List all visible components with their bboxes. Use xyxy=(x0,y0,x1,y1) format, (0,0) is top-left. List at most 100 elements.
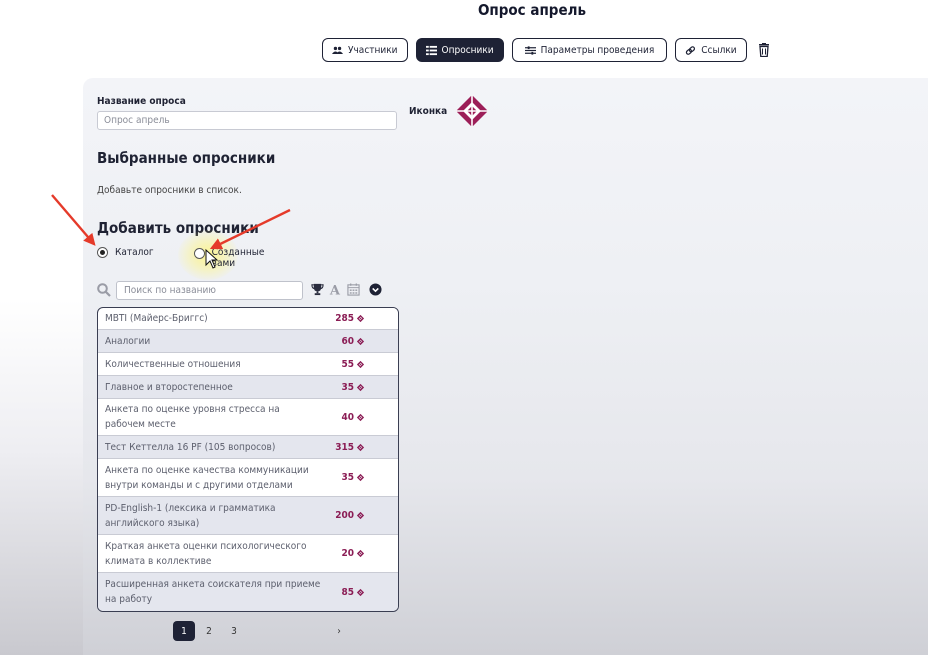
trophy-icon[interactable] xyxy=(311,283,324,296)
survey-price: 35 xyxy=(329,459,367,496)
survey-price: 200 xyxy=(329,497,367,534)
survey-price: 85 xyxy=(329,573,367,611)
price-value: 200 xyxy=(335,510,354,521)
tab-surveys[interactable]: Опросники xyxy=(415,38,504,62)
selected-surveys-hint: Добавьте опросники в список. xyxy=(97,185,242,196)
page-2-button[interactable]: 2 xyxy=(198,621,220,641)
survey-name-input[interactable]: Опрос апрель xyxy=(97,111,397,130)
row-spacer xyxy=(367,353,398,375)
sliders-icon xyxy=(524,45,536,55)
page-1-button[interactable]: 1 xyxy=(173,621,195,641)
row-spacer xyxy=(367,376,398,398)
survey-name-label: Название опроса xyxy=(97,96,186,107)
calendar-icon[interactable] xyxy=(347,283,360,296)
survey-price: 20 xyxy=(329,535,367,572)
ticket-icon xyxy=(356,511,365,520)
price-value: 85 xyxy=(341,586,354,598)
survey-catalog-list: MBTI (Майерс-Бриггс) 285 Аналогии 60 Количес… xyxy=(97,307,399,612)
survey-name: Расширенная анкета соискателя при приеме… xyxy=(98,573,329,611)
survey-name: Главное и второстепенное xyxy=(98,376,329,398)
survey-price: 40 xyxy=(329,399,367,435)
survey-row[interactable]: Анкета по оценке качества коммуникации в… xyxy=(98,459,398,497)
tab-settings[interactable]: Параметры проведения xyxy=(511,38,668,62)
next-page-button[interactable]: › xyxy=(328,621,350,641)
survey-name: Количественные отношения xyxy=(105,358,241,370)
row-spacer xyxy=(367,573,398,611)
price-value: 60 xyxy=(341,335,354,347)
survey-name: Тест Кеттелла 16 PF (105 вопросов) xyxy=(98,436,329,458)
tab-bar: Участники Опросники Параметры проведения… xyxy=(322,37,771,63)
ticket-icon xyxy=(356,473,365,482)
ticket-icon xyxy=(356,588,365,596)
radio-button-created[interactable] xyxy=(193,248,205,259)
survey-price: 285 xyxy=(329,308,367,329)
survey-row[interactable]: Аналогии 60 xyxy=(98,330,398,353)
chevron-down-icon[interactable] xyxy=(369,283,382,296)
price-value: 35 xyxy=(341,472,354,483)
survey-name: Анкета по оценке качества коммуникации в… xyxy=(105,464,309,491)
tab-links[interactable]: Ссылки xyxy=(675,38,747,62)
alphabet-sort-icon[interactable]: A xyxy=(329,283,342,296)
price-value: 55 xyxy=(341,358,354,370)
survey-row[interactable]: Тест Кеттелла 16 PF (105 вопросов) 315 xyxy=(98,436,398,459)
radio-catalog[interactable]: Каталог xyxy=(97,247,154,258)
survey-logo-icon[interactable] xyxy=(455,94,489,128)
ticket-icon xyxy=(356,337,365,345)
link-icon xyxy=(686,45,696,55)
survey-row[interactable]: Количественные отношения 55 xyxy=(98,353,398,376)
users-icon xyxy=(332,46,343,54)
survey-row[interactable]: Расширенная анкета соискателя при приеме… xyxy=(98,573,398,611)
radio-created[interactable]: Созданные вами xyxy=(193,247,272,269)
page-title: Опрос апрель xyxy=(477,1,587,19)
sort-toolbar: A xyxy=(311,283,382,296)
row-spacer xyxy=(367,399,398,435)
radio-catalog-label: Каталог xyxy=(115,247,154,258)
svg-text:A: A xyxy=(329,284,341,296)
price-value: 35 xyxy=(341,381,354,393)
tab-participants[interactable]: Участники xyxy=(322,38,408,62)
source-radio-group: Каталог Созданные вами xyxy=(97,247,272,269)
ticket-icon xyxy=(356,443,365,451)
survey-price: 60 xyxy=(329,330,367,352)
radio-created-label: Созданные вами xyxy=(211,247,265,269)
price-value: 40 xyxy=(341,411,354,423)
tab-label: Ссылки xyxy=(701,44,737,56)
tab-label: Параметры проведения xyxy=(540,44,655,56)
search-icon xyxy=(97,283,111,297)
price-value: 20 xyxy=(341,548,354,559)
pagination: 1 2 3 › xyxy=(173,621,353,641)
trash-icon[interactable] xyxy=(757,43,771,57)
icon-label: Иконка xyxy=(409,106,448,117)
selected-surveys-heading: Выбранные опросники xyxy=(97,149,276,167)
survey-name: Аналогии xyxy=(98,330,329,352)
price-value: 285 xyxy=(335,313,354,324)
add-surveys-heading: Добавить опросники xyxy=(97,219,259,237)
ticket-icon xyxy=(356,549,365,558)
row-spacer xyxy=(367,330,398,352)
ticket-icon xyxy=(356,383,365,391)
row-spacer xyxy=(367,459,398,496)
row-spacer xyxy=(367,308,398,329)
search-input[interactable]: Поиск по названию xyxy=(116,281,303,300)
survey-row[interactable]: Главное и второстепенное 35 xyxy=(98,376,398,399)
survey-row[interactable]: MBTI (Майерс-Бриггс) 285 xyxy=(98,308,398,330)
survey-price: 35 xyxy=(329,376,367,398)
survey-name: MBTI (Майерс-Бриггс) xyxy=(105,313,208,324)
price-value: 315 xyxy=(335,441,354,453)
radio-button-catalog[interactable] xyxy=(97,247,108,258)
page-3-button[interactable]: 3 xyxy=(223,621,245,641)
tab-label: Опросники xyxy=(441,44,494,56)
survey-row[interactable]: Краткая анкета оценки психологического к… xyxy=(98,535,398,573)
survey-name: Краткая анкета оценки психологического к… xyxy=(105,540,307,567)
ticket-icon xyxy=(356,413,365,421)
survey-price: 315 xyxy=(329,436,367,458)
survey-row[interactable]: PD-English-1 (лексика и грамматика англи… xyxy=(98,497,398,535)
row-spacer xyxy=(367,535,398,572)
survey-name: Анкета по оценке уровня стресса на рабоч… xyxy=(105,404,280,430)
row-spacer xyxy=(367,497,398,534)
list-icon xyxy=(425,45,437,55)
survey-row[interactable]: Анкета по оценке уровня стресса на рабоч… xyxy=(98,399,398,436)
survey-name: PD-English-1 (лексика и грамматика англи… xyxy=(98,497,329,534)
ticket-icon xyxy=(356,314,365,323)
ticket-icon xyxy=(356,360,365,368)
